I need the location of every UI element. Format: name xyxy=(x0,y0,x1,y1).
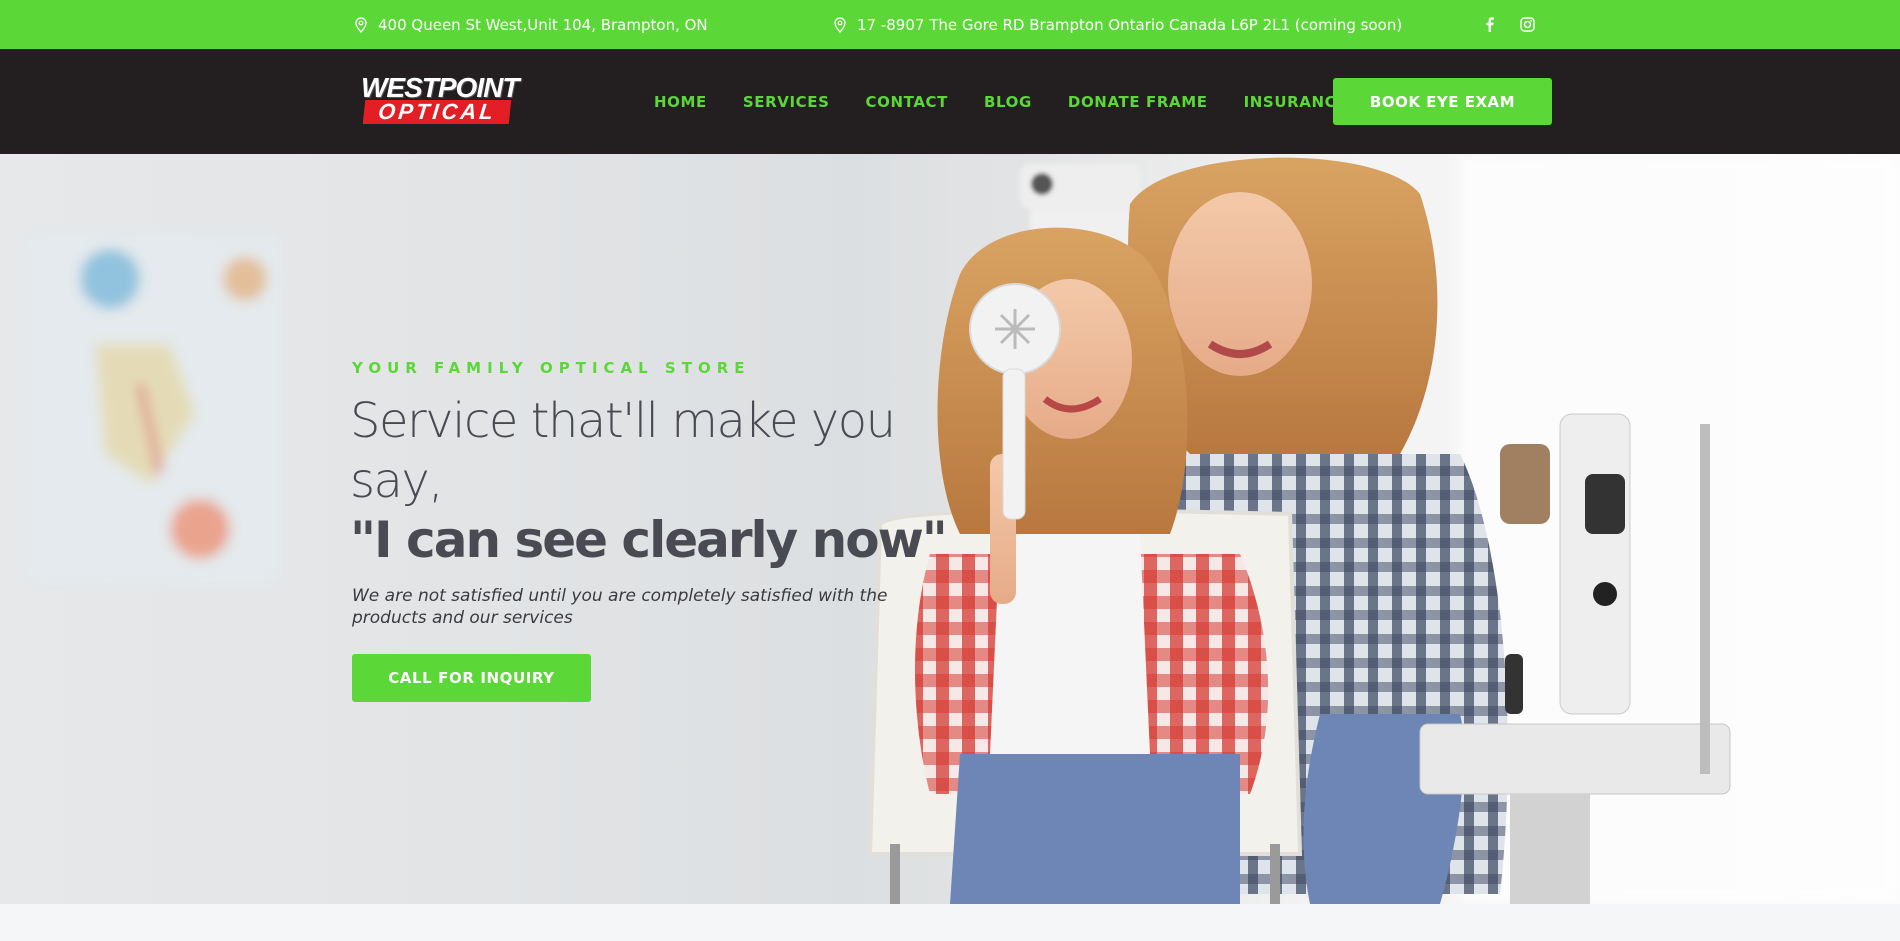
westpoint-optical-logo[interactable]: WESTPOINT OPTICAL xyxy=(361,72,519,127)
nav-item-donate-frame[interactable]: DONATE FRAME xyxy=(1068,93,1208,111)
address-secondary-text: 17 -8907 The Gore RD Brampton Ontario Ca… xyxy=(857,15,1403,34)
hero-heading-bold: "I can see clearly now" xyxy=(350,511,948,569)
address-secondary: 17 -8907 The Gore RD Brampton Ontario Ca… xyxy=(833,0,1402,49)
hero-subtext: We are not satisfied until you are compl… xyxy=(352,586,888,628)
book-eye-exam-button[interactable]: BOOK EYE EXAM xyxy=(1333,78,1552,125)
nav-item-services[interactable]: SERVICES xyxy=(743,93,830,111)
nav-menu: HOME SERVICES CONTACT BLOG DONATE FRAME … xyxy=(636,49,1365,154)
hero-heading-light: Service that'll make you say, xyxy=(350,393,896,509)
address-primary: 400 Queen St West,Unit 104, Brampton, ON xyxy=(354,0,708,49)
social-links xyxy=(1480,0,1536,49)
map-pin-icon xyxy=(834,16,846,33)
nav-item-blog[interactable]: BLOG xyxy=(984,93,1032,111)
hero-section: YOUR FAMILY OPTICAL STORE Service that'l… xyxy=(0,154,1900,904)
top-info-bar: 400 Queen St West,Unit 104, Brampton, ON… xyxy=(0,0,1900,49)
nav-item-contact[interactable]: CONTACT xyxy=(866,93,948,111)
address-primary-text: 400 Queen St West,Unit 104, Brampton, ON xyxy=(378,15,708,34)
map-pin-icon xyxy=(355,16,367,33)
nav-item-insurance[interactable]: INSURANCE xyxy=(1244,93,1348,111)
hero-photo xyxy=(30,154,1900,904)
nav-item-home[interactable]: HOME xyxy=(654,93,707,111)
instagram-icon[interactable] xyxy=(1518,16,1536,34)
logo-line2: OPTICAL xyxy=(362,99,512,124)
call-for-inquiry-button[interactable]: CALL FOR INQUIRY xyxy=(352,654,591,702)
facebook-icon[interactable] xyxy=(1480,16,1498,34)
main-navigation: WESTPOINT OPTICAL HOME SERVICES CONTACT … xyxy=(0,49,1900,154)
next-section-edge xyxy=(0,904,1900,941)
logo-line1: WESTPOINT xyxy=(361,72,519,103)
hero-tagline: YOUR FAMILY OPTICAL STORE xyxy=(352,359,751,377)
